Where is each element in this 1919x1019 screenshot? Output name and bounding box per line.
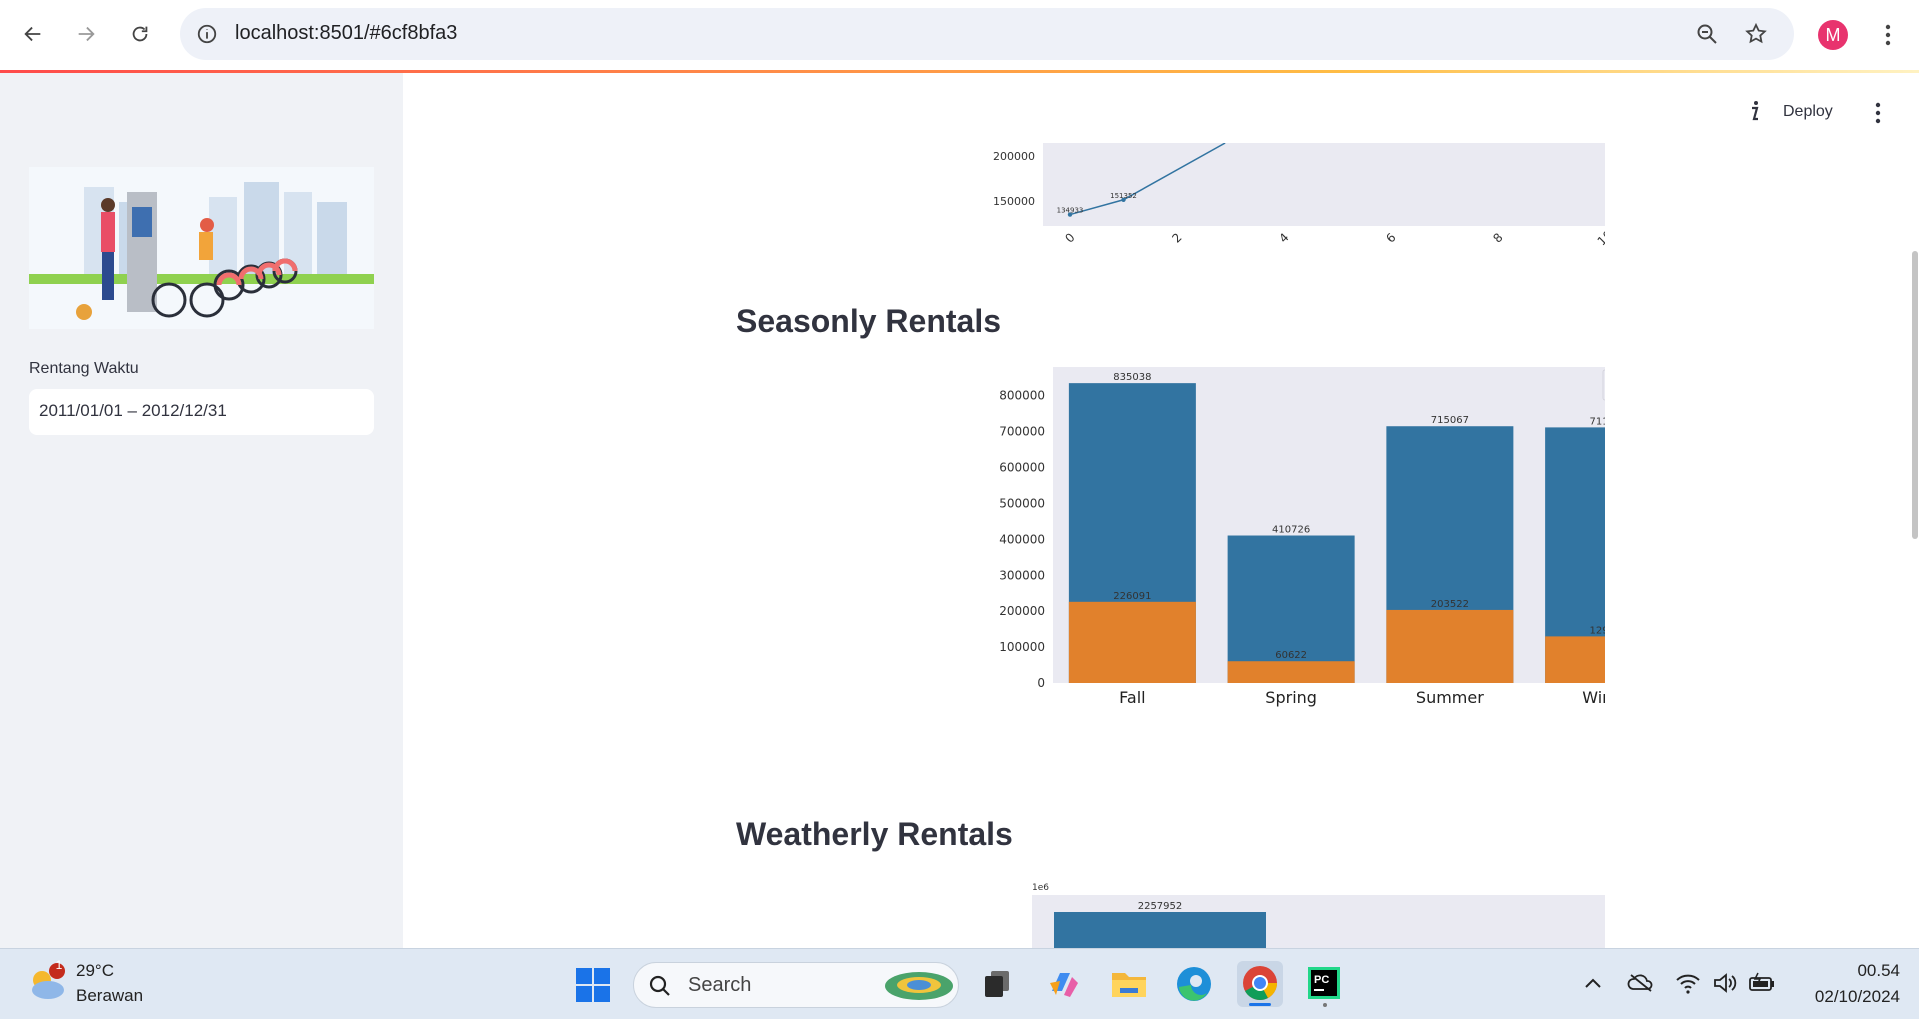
sidebar: Rentang Waktu 2011/01/01 – 2012/12/31	[0, 73, 403, 948]
seasonly-bar-chart: 0 100000 200000 300000 400000 500000 600000 700…	[999, 367, 1605, 707]
browser-menu-icon[interactable]	[1876, 22, 1900, 48]
bike-rental-illustration	[29, 167, 374, 329]
battery-icon[interactable]	[1748, 971, 1776, 995]
search-highlight-icon	[885, 972, 953, 1000]
seasonly-rentals-title: Seasonly Rentals	[736, 303, 1001, 339]
x-tick-label: 10	[1595, 228, 1605, 249]
reload-button[interactable]	[120, 14, 160, 54]
monthly-line-chart: 1500002000000246810134933151352211036	[993, 143, 1605, 249]
legend-box	[1602, 369, 1605, 401]
x-tick-label: 8	[1490, 230, 1505, 245]
bar-value-label: 203522	[1431, 599, 1469, 610]
windows-start-icon[interactable]	[575, 967, 611, 1003]
info-icon[interactable]	[1743, 99, 1767, 123]
show-hidden-icons-chevron-icon[interactable]	[1582, 973, 1604, 995]
reload-icon	[132, 26, 148, 42]
clock-date[interactable]: 02/10/2024	[1793, 987, 1900, 1007]
bar-value-label: 410726	[1272, 525, 1310, 536]
date-range-input[interactable]: 2011/01/01 – 2012/12/31	[29, 389, 374, 435]
x-tick-label: 0	[1062, 230, 1077, 245]
copilot-icon[interactable]	[1040, 961, 1086, 1007]
deploy-button[interactable]: Deploy	[1783, 103, 1833, 121]
search-placeholder: Search	[688, 974, 752, 996]
y-tick-label: 600000	[999, 461, 1045, 475]
y-tick-label: 200000	[993, 150, 1035, 163]
bar-clear	[1054, 912, 1266, 948]
y-tick-label: 0	[1037, 676, 1045, 690]
onedrive-icon[interactable]	[1627, 971, 1655, 995]
svg-text:PC: PC	[1314, 974, 1329, 986]
y-tick-label: 700000	[999, 425, 1045, 439]
y-tick-label: 200000	[999, 604, 1045, 618]
y-tick-label: 800000	[999, 389, 1045, 403]
y-offset-label: 1e6	[1032, 883, 1049, 893]
bar-value-label: 2257952	[1138, 901, 1183, 912]
y-tick-label: 150000	[993, 195, 1035, 208]
back-arrow-icon	[24, 26, 41, 42]
bar-value-label: 715067	[1431, 415, 1469, 426]
site-info-icon[interactable]	[196, 23, 218, 45]
scrollbar[interactable]	[1912, 251, 1918, 539]
task-view-icon[interactable]	[975, 961, 1021, 1007]
weather-badge: 1	[55, 958, 63, 972]
edge-browser-icon[interactable]	[1171, 961, 1217, 1007]
windows-taskbar: 1 29°C Berawan Search PC 00.54 02/10/202…	[0, 948, 1919, 1019]
browser-toolbar: localhost:8501/#6cf8bfa3 M	[0, 0, 1919, 70]
back-button[interactable]	[13, 14, 53, 54]
bar-value-label: 711831	[1590, 416, 1605, 427]
zoom-icon[interactable]	[1695, 22, 1719, 46]
point-label: 134933	[1057, 207, 1084, 215]
x-tick-label: Summer	[1416, 688, 1484, 707]
x-tick-label: Winter	[1582, 688, 1605, 707]
forward-arrow-icon	[78, 26, 95, 42]
taskbar-search[interactable]: Search	[633, 962, 959, 1008]
x-tick-label: Fall	[1119, 688, 1145, 707]
weatherly-rentals-title: Weatherly Rentals	[736, 816, 1013, 852]
weatherly-bar-chart: 1e6 2257952	[1032, 883, 1605, 948]
x-tick-label: 6	[1383, 230, 1398, 245]
bar-casual	[1545, 636, 1605, 683]
bar-value-label: 60622	[1275, 650, 1307, 661]
y-tick-label: 400000	[999, 532, 1045, 546]
clock-time[interactable]: 00.54	[1850, 961, 1900, 981]
y-tick-label: 300000	[999, 568, 1045, 582]
weather-description[interactable]: Berawan	[76, 986, 143, 1006]
wifi-icon[interactable]	[1675, 971, 1701, 995]
file-explorer-icon[interactable]	[1106, 961, 1152, 1007]
pycharm-icon[interactable]: PC	[1302, 961, 1348, 1007]
y-tick-label: 500000	[999, 496, 1045, 510]
x-tick-label: 4	[1276, 230, 1291, 245]
y-tick-label: 100000	[999, 640, 1045, 654]
chrome-browser-icon[interactable]	[1237, 961, 1283, 1007]
search-icon	[649, 975, 670, 996]
bar-casual	[1227, 661, 1355, 683]
bar-casual	[1386, 609, 1514, 683]
date-range-label: Rentang Waktu	[29, 360, 139, 377]
x-tick-label: Spring	[1265, 688, 1317, 707]
bar-casual	[1068, 601, 1196, 683]
address-bar[interactable]: localhost:8501/#6cf8bfa3	[180, 8, 1794, 60]
bar-value-label: 129782	[1590, 625, 1605, 636]
bookmark-star-icon[interactable]	[1744, 22, 1768, 46]
bar-value-label: 835038	[1113, 372, 1151, 383]
volume-icon[interactable]	[1712, 971, 1738, 995]
profile-avatar[interactable]: M	[1818, 20, 1848, 50]
forward-button[interactable]	[66, 14, 106, 54]
bar-value-label: 226091	[1113, 591, 1151, 602]
weather-temperature[interactable]: 29°C	[76, 961, 114, 981]
x-tick-label: 2	[1169, 230, 1184, 245]
chart-legend: RegisteredCasual	[1602, 369, 1605, 401]
line-plot-area	[1043, 143, 1605, 226]
point-label: 151352	[1110, 192, 1137, 200]
main-content: Deploy 150000200000024681013493315135221…	[403, 73, 1919, 948]
url-text[interactable]: localhost:8501/#6cf8bfa3	[235, 22, 457, 45]
main-menu-icon[interactable]	[1869, 101, 1887, 125]
